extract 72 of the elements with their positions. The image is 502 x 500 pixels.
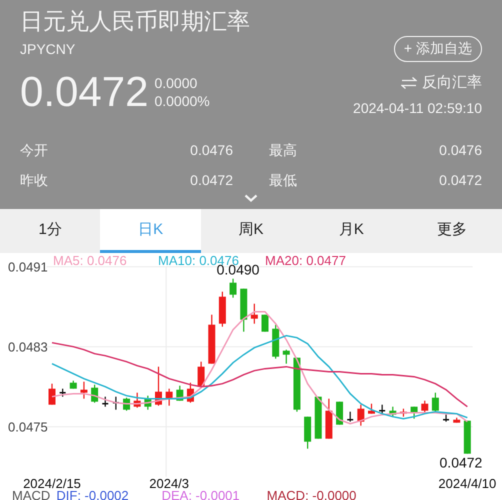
period-tab[interactable]: 1分	[0, 209, 100, 253]
candlestick	[91, 384, 98, 403]
stat-value: 0.0476	[190, 142, 233, 160]
stat-value: 0.0472	[439, 172, 482, 190]
date-label: 2024/4/10	[438, 476, 496, 491]
date-label: 2024/2/15	[23, 476, 81, 491]
candlestick	[218, 292, 226, 327]
candlestick	[379, 404, 386, 414]
candlestick	[240, 288, 248, 332]
candlestick	[410, 406, 418, 419]
stat-value: 0.0472	[190, 172, 233, 190]
period-tab[interactable]: 周K	[200, 209, 302, 253]
stat-label: 今开	[20, 142, 48, 160]
candlestick	[272, 324, 280, 359]
current-price: 0.0472	[20, 68, 148, 116]
candlestick	[314, 396, 322, 439]
stat-label: 昨收	[20, 172, 48, 190]
candlestick	[347, 412, 354, 422]
candlestick	[60, 388, 66, 397]
period-tab[interactable]: 月K	[301, 209, 402, 253]
macd-label: MACD	[12, 488, 50, 500]
candlestick	[102, 396, 108, 407]
timestamp: 2024-04-11 02:59:10	[353, 100, 482, 116]
candlestick	[325, 398, 332, 439]
y-axis-label: 0.0491	[8, 260, 48, 275]
page-title: 日元兑人民币即期汇率	[20, 7, 251, 36]
swap-arrows-icon	[401, 76, 417, 88]
legend-label: MA20: 0.0477	[265, 253, 346, 268]
y-axis-label: 0.0483	[8, 340, 48, 355]
candlestick	[400, 408, 407, 417]
candlestick	[357, 404, 364, 426]
stat-value: 0.0476	[439, 142, 482, 160]
candlestick	[421, 400, 428, 413]
candlestick	[336, 402, 344, 425]
candlestick	[48, 384, 56, 405]
candlestick	[144, 396, 152, 410]
candlestick	[134, 392, 141, 408]
y-axis-label: 0.0475	[8, 420, 48, 435]
macd-label: DIF: -0.0002	[56, 488, 129, 500]
candlestick	[112, 396, 119, 410]
date-label: 2024/3	[149, 476, 190, 491]
candlestick	[293, 358, 300, 412]
candlestick	[176, 386, 184, 401]
candlestick	[443, 414, 450, 422]
candlestick	[304, 416, 312, 449]
stat-label: 最高	[269, 142, 297, 160]
macd-label: MACD: -0.0000	[266, 488, 356, 500]
candlestick	[80, 382, 88, 399]
candlestick	[453, 418, 460, 423]
candlestick	[250, 304, 258, 324]
price-change: 0.0000	[154, 75, 198, 91]
candlestick	[368, 404, 375, 414]
symbol-code: JPYCNY	[20, 41, 76, 57]
period-tab[interactable]: 更多	[402, 209, 502, 253]
candlestick	[186, 382, 194, 403]
macd-label: DEA: -0.0001	[162, 488, 240, 500]
price-annotation: 0.0472	[440, 454, 482, 471]
change-percent: 0.0000%	[154, 93, 210, 109]
candlestick	[282, 350, 290, 364]
chevron-down-icon[interactable]	[244, 194, 258, 202]
candlestick	[262, 314, 268, 332]
candlestick	[155, 366, 162, 406]
candlestick	[208, 314, 216, 364]
legend-label: MA5: 0.0476	[53, 253, 127, 268]
candlestick	[198, 362, 205, 388]
candlestick	[432, 392, 439, 413]
stat-label: 最低	[269, 172, 297, 190]
candlestick	[166, 388, 173, 406]
candlestick	[230, 278, 237, 298]
candlestick	[464, 420, 471, 454]
candlestick	[389, 406, 396, 417]
candlestick	[70, 380, 77, 389]
